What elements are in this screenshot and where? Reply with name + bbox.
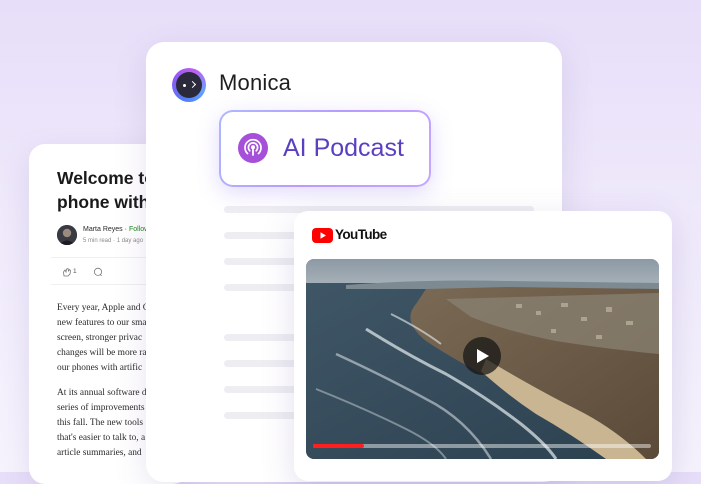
separator-dot: · (124, 226, 127, 233)
separator-dot: · (113, 238, 116, 244)
youtube-card: YouTube (294, 211, 672, 481)
play-button[interactable] (463, 337, 501, 375)
youtube-wordmark: YouTube (335, 227, 387, 242)
ai-podcast-button[interactable]: AI Podcast (219, 110, 431, 187)
article-meta: 5 min read · 1 day ago (83, 238, 143, 244)
video-player[interactable] (306, 259, 659, 459)
video-progress-fill (313, 444, 364, 448)
youtube-logo-icon (312, 228, 333, 243)
play-icon (477, 349, 489, 363)
avatar[interactable] (57, 225, 77, 245)
comment-icon[interactable] (93, 267, 103, 277)
podcast-icon (238, 133, 268, 163)
clap-icon[interactable] (62, 267, 72, 277)
read-time: 5 min read (83, 238, 112, 244)
author-line: Marta Reyes · Follow (83, 226, 149, 233)
app-name: Monica (219, 70, 292, 95)
clap-count: 1 (73, 268, 77, 275)
video-progress-bar[interactable] (313, 444, 651, 448)
publish-date: 1 day ago (116, 238, 144, 244)
monica-logo-icon (172, 68, 206, 102)
author-name[interactable]: Marta Reyes (83, 226, 123, 233)
podcast-label: AI Podcast (283, 134, 404, 162)
